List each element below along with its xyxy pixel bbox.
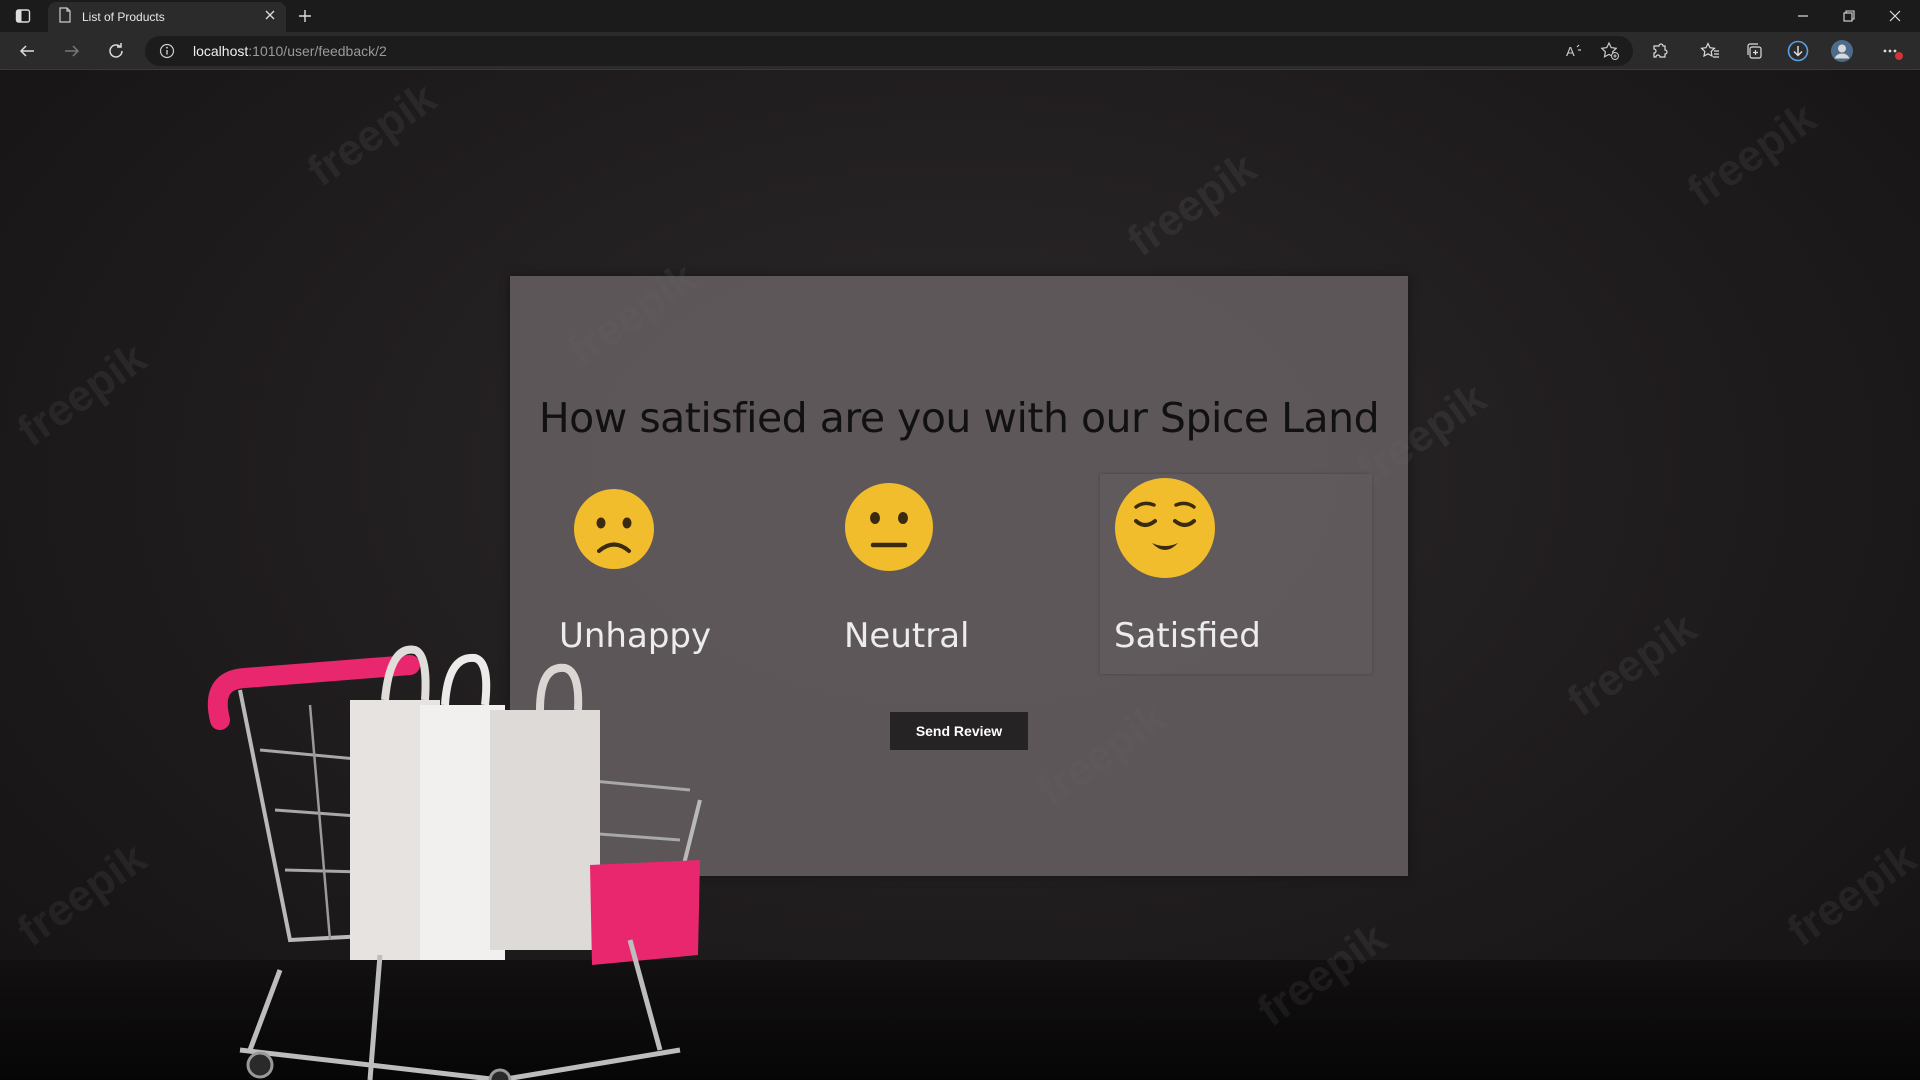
- option-neutral[interactable]: Neutral: [830, 474, 1102, 674]
- favorite-add-icon[interactable]: [1600, 41, 1620, 66]
- back-icon[interactable]: [15, 39, 39, 63]
- url-text[interactable]: localhost:1010/user/feedback/2: [193, 43, 387, 59]
- plus-icon[interactable]: [294, 5, 316, 27]
- favorites-icon[interactable]: [1698, 39, 1722, 63]
- watermark: freepik: [1678, 93, 1826, 217]
- shopping-cart-image: [207, 645, 702, 1080]
- watermark: freepik: [8, 833, 156, 957]
- option-label: Satisfied: [1114, 616, 1261, 656]
- extensions-icon[interactable]: [1648, 39, 1672, 63]
- watermark: freepik: [1118, 143, 1266, 267]
- watermark: freepik: [298, 73, 446, 197]
- profile-icon[interactable]: [1830, 39, 1854, 63]
- watermark: freepik: [1558, 603, 1706, 727]
- refresh-icon[interactable]: [104, 39, 128, 63]
- send-review-button[interactable]: Send Review: [890, 712, 1028, 750]
- close-icon[interactable]: [264, 8, 276, 26]
- option-satisfied[interactable]: Satisfied: [1100, 474, 1372, 674]
- read-aloud-icon[interactable]: A: [1564, 41, 1584, 66]
- minimize-icon[interactable]: [1780, 0, 1826, 32]
- sidebar-icon[interactable]: [14, 7, 32, 25]
- watermark: freepik: [1778, 833, 1920, 957]
- tab-title: List of Products: [82, 10, 165, 24]
- url-path: :1010/user/feedback/2: [248, 43, 387, 59]
- sad-face-icon[interactable]: [573, 488, 655, 570]
- collections-icon[interactable]: [1742, 39, 1766, 63]
- relieved-face-icon[interactable]: [1114, 477, 1216, 579]
- more-icon[interactable]: [1880, 39, 1904, 63]
- window-close-icon[interactable]: [1872, 0, 1918, 32]
- forward-icon[interactable]: [60, 39, 84, 63]
- option-label: Neutral: [844, 616, 970, 656]
- title-bar: List of Products: [0, 0, 1920, 32]
- browser-toolbar: localhost:1010/user/feedback/2 A: [0, 32, 1920, 70]
- address-bar[interactable]: localhost:1010/user/feedback/2 A: [145, 36, 1633, 66]
- restore-icon[interactable]: [1826, 0, 1872, 32]
- download-icon[interactable]: [1786, 39, 1810, 63]
- page-icon: [58, 6, 72, 28]
- info-icon[interactable]: [159, 43, 175, 59]
- url-host: localhost: [193, 43, 249, 59]
- page-background: freepik freepik freepik freepik freepik …: [0, 70, 1920, 1080]
- neutral-face-icon[interactable]: [844, 482, 934, 572]
- page-title: How satisfied are you with our Spice Lan…: [538, 394, 1380, 442]
- browser-tab[interactable]: List of Products: [48, 2, 286, 32]
- watermark: freepik: [8, 333, 156, 457]
- svg-text:A: A: [1566, 44, 1575, 59]
